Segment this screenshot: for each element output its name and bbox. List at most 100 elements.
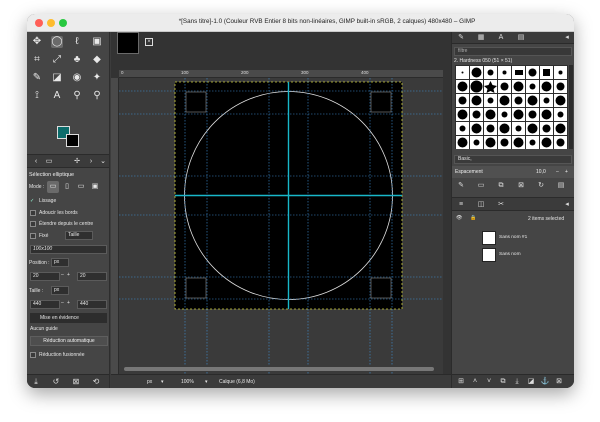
fixed-size-field[interactable]: 100x100 [30,245,107,254]
merge-layer-icon[interactable]: ⤓ [512,377,522,387]
vertical-ruler[interactable] [111,78,119,376]
close-tab-icon[interactable]: × [145,38,153,46]
pattern-tab-icon[interactable]: ▦ [476,33,486,43]
canvas-area[interactable] [119,78,443,376]
ellipse-select-tool-icon[interactable]: ◯ [51,36,63,48]
crop-tool-icon[interactable]: ⌗ [31,54,43,66]
device-status-tab-icon[interactable]: ✢ [71,156,83,168]
color-swatches[interactable] [57,126,81,148]
spacing-slider[interactable]: Espacement 10,0 – + [452,166,574,178]
brush-thumbnails[interactable] [455,65,568,149]
raise-layer-icon[interactable]: ˄ [470,377,480,387]
foreground-select-icon[interactable]: ▣ [91,36,103,48]
minus-icon[interactable]: – [61,272,64,278]
zoom-tool-icon[interactable]: ⚲ [91,90,103,102]
delete-brush-icon[interactable]: ⊠ [516,181,526,191]
paintbrush-tool-icon[interactable]: ✎ [31,72,43,84]
expand-checkbox[interactable] [30,221,36,227]
scrollbar-thumb[interactable] [124,367,434,371]
navigation-thumbnail[interactable] [117,32,139,54]
mode-add-icon[interactable]: ▯ [61,181,73,193]
brush-tab-icon[interactable]: ✎ [456,33,466,43]
horizontal-scrollbar[interactable] [121,366,439,372]
delete-layer-icon[interactable]: ⊠ [554,377,564,387]
mode-subtract-icon[interactable]: ▭ [75,181,87,193]
unified-transform-icon[interactable]: ⤢ [51,54,63,66]
font-tab-icon[interactable]: A [496,33,506,43]
reset-tool-preset-icon[interactable]: ⟲ [91,377,101,387]
mode-replace-icon[interactable]: ▭ [47,181,59,193]
mask-layer-icon[interactable]: ◪ [526,377,536,387]
brush-filter-input[interactable]: filtre [454,47,572,56]
feather-checkbox[interactable] [30,210,36,216]
eraser-tool-icon[interactable]: ◪ [51,72,63,84]
shrink-merged-checkbox[interactable] [30,352,36,358]
position-x-field[interactable]: 20 [30,272,60,281]
color-picker-icon[interactable]: ⚲ [71,90,83,102]
position-y-field[interactable]: 20 [77,272,107,281]
brush-tiles[interactable] [456,66,567,149]
chevron-down-icon[interactable]: ▾ [205,377,208,387]
eye-icon[interactable]: 👁 [456,215,462,221]
brush-preset-select[interactable]: Basic, [454,155,572,164]
open-brush-icon[interactable]: ▤ [556,181,566,191]
checkmark-icon[interactable]: ✓ [30,198,34,204]
channels-tab-icon[interactable]: ◫ [476,200,486,210]
tab-menu-icon[interactable]: ◂ [562,33,572,43]
chevron-left-icon[interactable]: ‹ [30,156,42,168]
brush-scrollbar[interactable] [569,65,573,149]
warp-tool-icon[interactable]: ♣ [71,54,83,66]
smudge-tool-icon[interactable]: ✦ [91,72,103,84]
fixed-checkbox[interactable] [30,233,36,239]
zoom-select[interactable]: 100% [181,377,194,387]
unit-select[interactable]: px [147,377,152,387]
edit-brush-icon[interactable]: ✎ [456,181,466,191]
plus-icon[interactable]: + [67,300,70,306]
zoom-window-button[interactable] [59,19,67,27]
canvas-svg[interactable] [119,78,443,376]
refresh-brush-icon[interactable]: ↻ [536,181,546,191]
size-unit-select[interactable]: px [51,286,69,295]
paths-tool-icon[interactable]: ⟟ [31,90,43,102]
text-tool-icon[interactable]: A [51,90,63,102]
layers-tab-icon[interactable]: ≡ [456,200,466,210]
restore-tool-preset-icon[interactable]: ↺ [51,377,61,387]
guides-select[interactable]: Aucun guide [30,326,58,332]
lower-layer-icon[interactable]: ˅ [484,377,494,387]
bucket-fill-icon[interactable]: ◆ [91,54,103,66]
duplicate-brush-icon[interactable]: ⧉ [496,181,506,191]
position-unit-select[interactable]: px [51,258,69,267]
plus-icon[interactable]: + [565,166,568,178]
brush-grid[interactable] [455,65,568,149]
chevron-down-icon[interactable]: ▾ [161,377,164,387]
lock-icon[interactable]: 🔒 [470,215,476,221]
save-tool-preset-icon[interactable]: ⤓ [31,377,41,387]
tab-menu-icon[interactable]: ◂ [562,200,572,210]
move-tool-icon[interactable]: ✥ [31,36,43,48]
horizontal-ruler[interactable]: 0 100 200 300 400 [119,70,443,78]
minimize-window-button[interactable] [47,19,55,27]
layer-row[interactable]: Sans nom [452,247,574,263]
clone-tool-icon[interactable]: ◉ [71,72,83,84]
tool-options-tab-icon[interactable]: ▭ [43,156,55,168]
new-brush-icon[interactable]: ▭ [476,181,486,191]
fixed-mode-select[interactable]: Taille [65,231,93,240]
gradient-tab-icon[interactable]: ▤ [516,33,526,43]
size-w-field[interactable]: 440 [30,300,60,309]
mode-intersect-icon[interactable]: ▣ [89,181,101,193]
chevron-right-icon[interactable]: › [85,156,97,168]
minus-icon[interactable]: – [556,166,559,178]
paths-tab-icon[interactable]: ✂ [496,200,506,210]
anchor-layer-icon[interactable]: ⚓ [540,377,550,387]
lasso-tool-icon[interactable]: ℓ [71,36,83,48]
size-h-field[interactable]: 440 [77,300,107,309]
background-color-swatch[interactable] [66,134,79,147]
plus-icon[interactable]: + [67,272,70,278]
layer-row[interactable]: Sans nom #1 [452,230,574,246]
new-layer-icon[interactable]: ⊞ [456,377,466,387]
close-window-button[interactable] [35,19,43,27]
minus-icon[interactable]: – [61,300,64,306]
highlight-row[interactable]: Mise en évidence [30,313,107,323]
duplicate-layer-icon[interactable]: ⧉ [498,377,508,387]
auto-shrink-button[interactable]: Réduction automatique [30,336,108,346]
